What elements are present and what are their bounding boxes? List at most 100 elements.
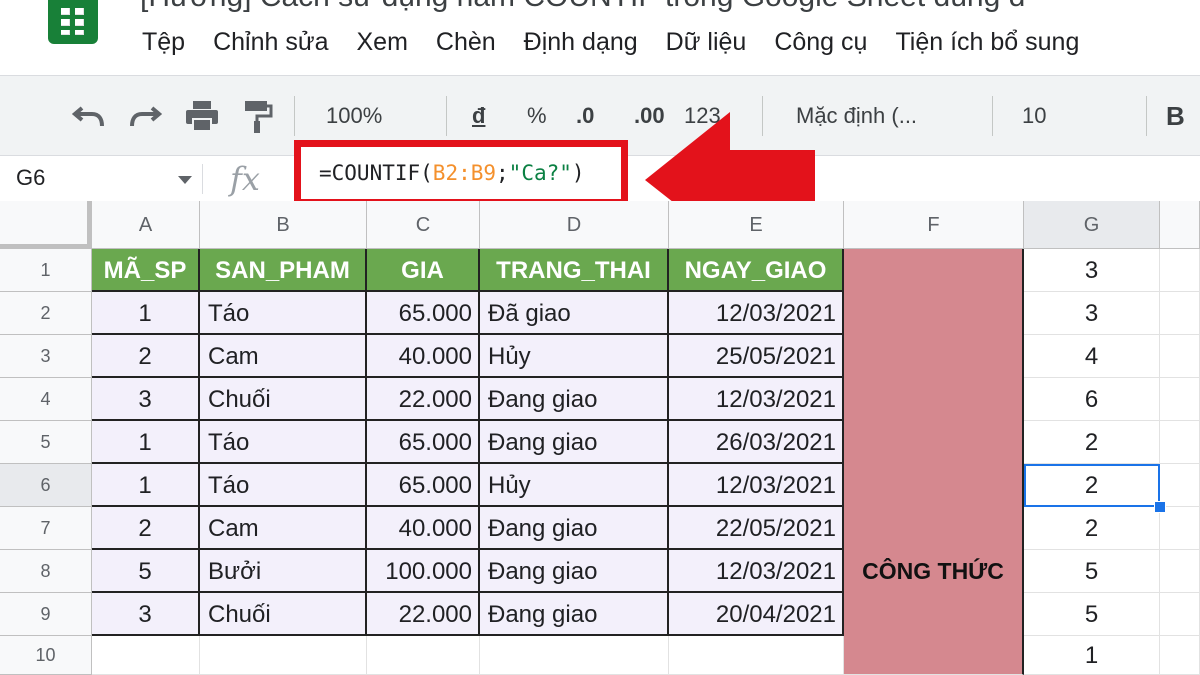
- table-cell[interactable]: 3: [92, 593, 200, 636]
- menu-insert[interactable]: Chèn: [436, 24, 496, 64]
- table-cell[interactable]: Hủy: [480, 335, 669, 378]
- result-cell[interactable]: 1: [1024, 636, 1160, 675]
- menu-addons[interactable]: Tiện ích bổ sung: [895, 24, 1079, 64]
- column-header-a[interactable]: A: [92, 201, 200, 249]
- empty-cell[interactable]: [1160, 593, 1200, 636]
- table-header-cell[interactable]: NGAY_GIAO: [669, 249, 844, 292]
- font-size-select[interactable]: 10: [1022, 76, 1046, 156]
- table-cell[interactable]: 20/04/2021: [669, 593, 844, 636]
- row-header-1[interactable]: 1: [0, 249, 92, 292]
- result-cell[interactable]: 3: [1024, 292, 1160, 335]
- bold-button[interactable]: B: [1166, 76, 1185, 156]
- table-cell[interactable]: 1: [92, 464, 200, 507]
- empty-cell[interactable]: [1160, 464, 1200, 507]
- column-header-b[interactable]: B: [200, 201, 367, 249]
- empty-cell[interactable]: [367, 636, 480, 675]
- table-cell[interactable]: 26/03/2021: [669, 421, 844, 464]
- table-cell[interactable]: 100.000: [367, 550, 480, 593]
- table-cell[interactable]: 2: [92, 335, 200, 378]
- column-header-c[interactable]: C: [367, 201, 480, 249]
- fill-handle[interactable]: [1154, 501, 1166, 513]
- row-header-7[interactable]: 7: [0, 507, 92, 550]
- table-cell[interactable]: 65.000: [367, 292, 480, 335]
- table-cell[interactable]: 12/03/2021: [669, 550, 844, 593]
- table-cell[interactable]: Táo: [200, 292, 367, 335]
- table-cell[interactable]: 5: [92, 550, 200, 593]
- table-cell[interactable]: 1: [92, 421, 200, 464]
- column-header-h[interactable]: [1160, 201, 1200, 249]
- table-cell[interactable]: 22/05/2021: [669, 507, 844, 550]
- table-cell[interactable]: Hủy: [480, 464, 669, 507]
- sheets-logo-icon[interactable]: [48, 0, 98, 44]
- table-cell[interactable]: Đang giao: [480, 593, 669, 636]
- result-cell[interactable]: 2: [1024, 421, 1160, 464]
- row-header-9[interactable]: 9: [0, 593, 92, 636]
- result-cell[interactable]: 4: [1024, 335, 1160, 378]
- table-cell[interactable]: Đang giao: [480, 507, 669, 550]
- menu-file[interactable]: Tệp: [142, 24, 185, 64]
- table-cell[interactable]: 22.000: [367, 378, 480, 421]
- table-cell[interactable]: Táo: [200, 421, 367, 464]
- document-title[interactable]: [Hướng] Cách sử dụng hàm COUNTIF trong G…: [140, 0, 1025, 14]
- row-header-4[interactable]: 4: [0, 378, 92, 421]
- column-header-d[interactable]: D: [480, 201, 669, 249]
- formula-label-cell[interactable]: CÔNG THỨC: [844, 249, 1024, 675]
- result-cell[interactable]: 5: [1024, 593, 1160, 636]
- menu-data[interactable]: Dữ liệu: [666, 24, 747, 64]
- table-cell[interactable]: Đang giao: [480, 378, 669, 421]
- table-cell[interactable]: Cam: [200, 507, 367, 550]
- empty-cell[interactable]: [480, 636, 669, 675]
- result-cell[interactable]: 2: [1024, 507, 1160, 550]
- row-header-10[interactable]: 10: [0, 636, 92, 675]
- table-header-cell[interactable]: TRANG_THAI: [480, 249, 669, 292]
- empty-cell[interactable]: [1160, 378, 1200, 421]
- table-cell[interactable]: Đang giao: [480, 550, 669, 593]
- table-cell[interactable]: 12/03/2021: [669, 292, 844, 335]
- redo-icon[interactable]: [128, 102, 162, 130]
- table-cell[interactable]: 12/03/2021: [669, 378, 844, 421]
- result-cell[interactable]: 3: [1024, 249, 1160, 292]
- table-cell[interactable]: 40.000: [367, 507, 480, 550]
- row-header-8[interactable]: 8: [0, 550, 92, 593]
- table-cell[interactable]: 25/05/2021: [669, 335, 844, 378]
- name-box-chevron-down-icon[interactable]: [178, 176, 192, 184]
- table-cell[interactable]: Táo: [200, 464, 367, 507]
- table-cell[interactable]: 1: [92, 292, 200, 335]
- result-cell[interactable]: 5: [1024, 550, 1160, 593]
- empty-cell[interactable]: [1160, 550, 1200, 593]
- empty-cell[interactable]: [1160, 292, 1200, 335]
- table-cell[interactable]: 12/03/2021: [669, 464, 844, 507]
- row-header-5[interactable]: 5: [0, 421, 92, 464]
- undo-icon[interactable]: [72, 102, 106, 130]
- table-cell[interactable]: 2: [92, 507, 200, 550]
- table-cell[interactable]: 65.000: [367, 464, 480, 507]
- print-icon[interactable]: [184, 98, 220, 134]
- table-header-cell[interactable]: GIA: [367, 249, 480, 292]
- empty-cell[interactable]: [1160, 507, 1200, 550]
- paint-format-icon[interactable]: [242, 98, 274, 134]
- menu-format[interactable]: Định dạng: [524, 24, 638, 64]
- name-box[interactable]: G6: [0, 156, 200, 202]
- menu-tools[interactable]: Công cụ: [774, 24, 867, 64]
- result-cell[interactable]: 6: [1024, 378, 1160, 421]
- table-cell[interactable]: Đang giao: [480, 421, 669, 464]
- column-header-g[interactable]: G: [1024, 201, 1160, 249]
- table-cell[interactable]: 40.000: [367, 335, 480, 378]
- table-cell[interactable]: 3: [92, 378, 200, 421]
- table-cell[interactable]: Chuối: [200, 593, 367, 636]
- table-cell[interactable]: Bưởi: [200, 550, 367, 593]
- row-header-6[interactable]: 6: [0, 464, 92, 507]
- select-all-corner[interactable]: [0, 201, 92, 249]
- empty-cell[interactable]: [200, 636, 367, 675]
- empty-cell[interactable]: [92, 636, 200, 675]
- menu-view[interactable]: Xem: [357, 24, 408, 64]
- empty-cell[interactable]: [669, 636, 844, 675]
- table-cell[interactable]: Chuối: [200, 378, 367, 421]
- menu-edit[interactable]: Chỉnh sửa: [213, 24, 328, 64]
- column-header-e[interactable]: E: [669, 201, 844, 249]
- table-cell[interactable]: 22.000: [367, 593, 480, 636]
- formula-input[interactable]: =COUNTIF(B2:B9;"Ca?"): [294, 140, 628, 206]
- table-cell[interactable]: Cam: [200, 335, 367, 378]
- empty-cell[interactable]: [1160, 421, 1200, 464]
- empty-cell[interactable]: [1160, 249, 1200, 292]
